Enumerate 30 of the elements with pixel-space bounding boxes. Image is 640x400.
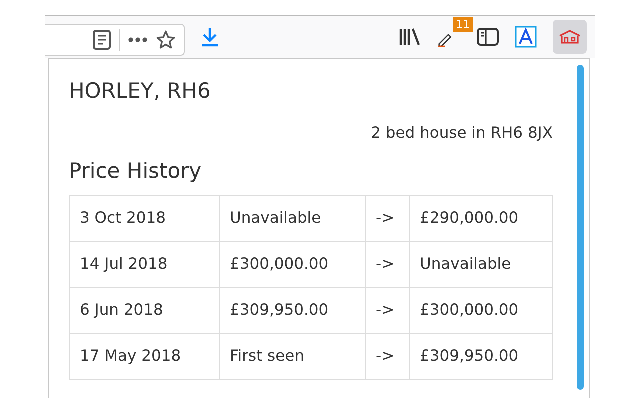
notification-badge: 11: [453, 17, 473, 32]
arrow-cell: ->: [366, 287, 410, 334]
property-description: 2 bed house in RH6 8JX: [370, 123, 553, 144]
download-icon[interactable]: [201, 27, 219, 47]
price-cell: £300,000.00: [220, 241, 366, 288]
library-icon[interactable]: [399, 28, 421, 46]
pen-icon[interactable]: [437, 31, 454, 48]
price-cell: £309,950.00: [410, 333, 552, 380]
more-icon[interactable]: [128, 36, 148, 42]
scrollbar[interactable]: [577, 65, 584, 390]
section-heading: Price History: [69, 159, 203, 185]
property-title: HORLEY, RH6: [69, 79, 212, 104]
date-cell: 6 Jun 2018: [70, 287, 220, 334]
arrow-cell: ->: [366, 333, 410, 380]
sidebar-icon[interactable]: [477, 28, 499, 46]
price-cell: First seen: [220, 333, 366, 380]
price-cell: Unavailable: [410, 241, 552, 288]
reader-view-icon[interactable]: [93, 30, 111, 50]
price-cell: £300,000.00: [410, 287, 552, 334]
date-cell: 3 Oct 2018: [70, 195, 220, 242]
arrow-cell: ->: [366, 195, 410, 242]
arrow-cell: ->: [366, 241, 410, 288]
date-cell: 17 May 2018: [70, 333, 220, 380]
price-cell: Unavailable: [220, 195, 366, 242]
letter-a-icon[interactable]: [515, 26, 537, 48]
date-cell: 14 Jul 2018: [70, 241, 220, 288]
price-cell: £290,000.00: [410, 195, 552, 242]
price-cell: £309,950.00: [220, 287, 366, 334]
star-icon[interactable]: [156, 30, 176, 50]
house-logo-icon[interactable]: [558, 30, 582, 44]
